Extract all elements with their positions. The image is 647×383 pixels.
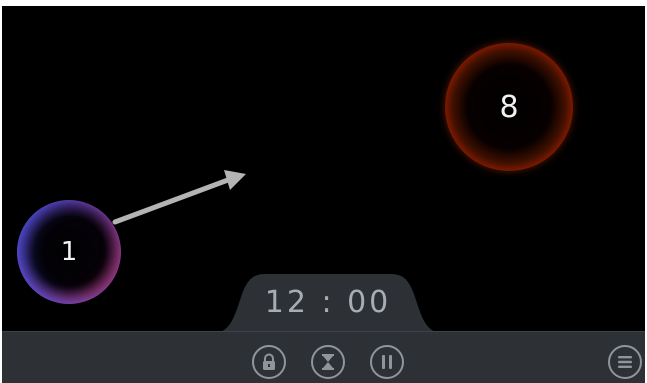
game-screen: 1 8 12 : 00	[2, 6, 645, 383]
ball-1[interactable]: 1	[17, 200, 121, 304]
menu-icon	[618, 356, 632, 368]
ball-1-label: 1	[60, 237, 78, 267]
lock-icon	[263, 353, 275, 370]
menu-button[interactable]	[608, 345, 642, 379]
timer-button[interactable]	[311, 345, 345, 379]
game-timer: 12 : 00	[264, 285, 392, 320]
lock-button[interactable]	[252, 345, 286, 379]
pause-button[interactable]	[370, 345, 404, 379]
ball-8[interactable]: 8	[445, 43, 573, 171]
pause-icon	[382, 355, 392, 369]
ball-8-label: 8	[499, 89, 519, 125]
hourglass-icon	[322, 354, 334, 370]
control-bar	[2, 331, 645, 383]
